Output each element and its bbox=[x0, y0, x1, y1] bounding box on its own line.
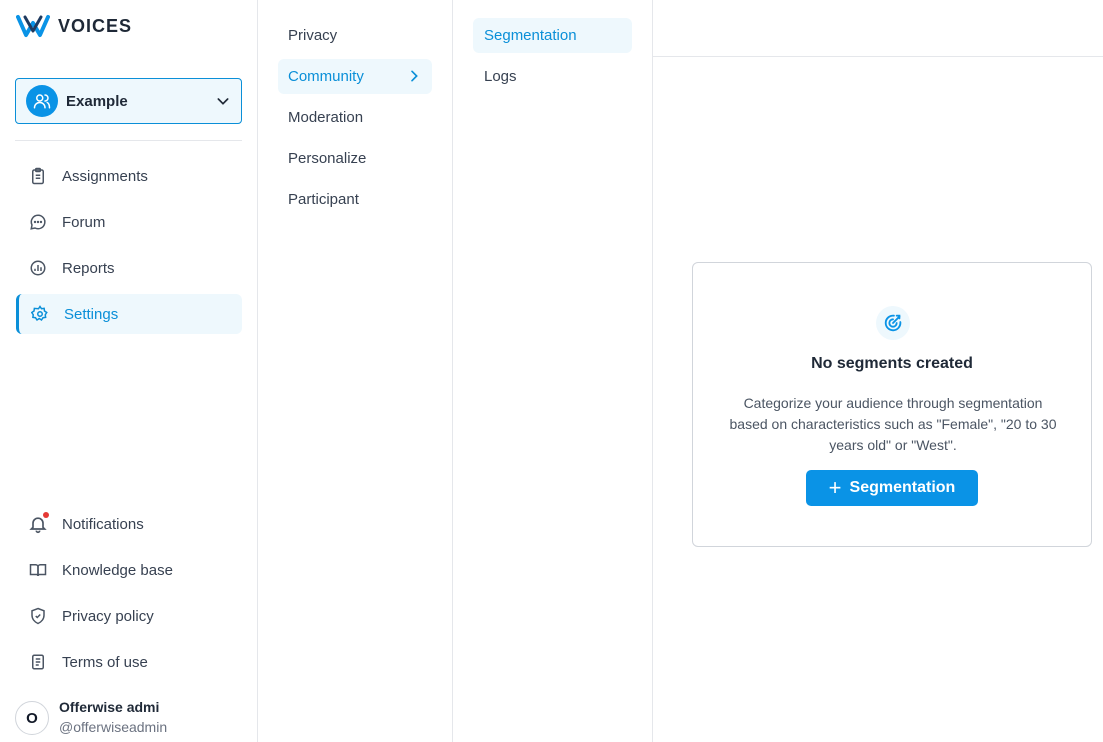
sidebar-item-label: Settings bbox=[64, 305, 119, 323]
empty-state-description: Categorize your audience through segment… bbox=[729, 395, 1057, 453]
main-header bbox=[653, 0, 1103, 57]
empty-state-card: No segments created Categorize your audi… bbox=[692, 262, 1092, 547]
user-handle: @offerwiseadmin bbox=[59, 719, 168, 735]
community-name: Example bbox=[66, 92, 128, 110]
target-icon bbox=[876, 306, 910, 340]
document-icon bbox=[28, 652, 48, 672]
notification-dot bbox=[43, 512, 49, 518]
sidebar-item-label: Forum bbox=[62, 213, 106, 231]
settings-item-label: Moderation bbox=[288, 109, 364, 126]
community-item-logs[interactable]: Logs bbox=[473, 59, 632, 94]
clipboard-icon bbox=[28, 166, 48, 186]
settings-item-privacy[interactable]: Privacy bbox=[278, 18, 432, 53]
sidebar-item-terms-of-use[interactable]: Terms of use bbox=[16, 642, 242, 682]
community-item-label: Segmentation bbox=[484, 27, 577, 44]
sidebar-item-label: Reports bbox=[62, 259, 115, 277]
sidebar-item-label: Knowledge base bbox=[62, 561, 173, 579]
empty-state-title: No segments created bbox=[811, 355, 973, 372]
add-segmentation-button[interactable]: + Segmentation bbox=[806, 470, 978, 506]
settings-item-label: Participant bbox=[288, 191, 359, 208]
app-name: VOICES bbox=[58, 15, 133, 36]
sidebar-item-label: Privacy policy bbox=[62, 607, 154, 625]
community-avatar bbox=[26, 85, 58, 117]
chat-bubble-icon bbox=[28, 212, 48, 232]
settings-item-participant[interactable]: Participant bbox=[278, 182, 432, 217]
settings-item-personalize[interactable]: Personalize bbox=[278, 141, 432, 176]
community-menu: Segmentation Logs bbox=[453, 0, 653, 742]
settings-item-community[interactable]: Community bbox=[278, 59, 432, 94]
users-icon bbox=[33, 94, 51, 109]
voices-logo-icon bbox=[16, 15, 50, 37]
settings-item-label: Privacy bbox=[288, 27, 338, 44]
settings-item-label: Personalize bbox=[288, 150, 367, 167]
sidebar-item-settings[interactable]: Settings bbox=[16, 294, 242, 334]
gear-icon bbox=[30, 304, 50, 324]
sidebar-item-label: Notifications bbox=[62, 515, 144, 533]
community-item-label: Logs bbox=[484, 68, 517, 85]
sidebar: VOICES Example Assignments Forum Reports bbox=[0, 0, 258, 742]
community-selector[interactable]: Example bbox=[15, 78, 242, 124]
sidebar-divider bbox=[15, 140, 242, 141]
bell-icon bbox=[28, 512, 49, 534]
book-icon bbox=[28, 560, 48, 580]
settings-item-label: Community bbox=[288, 68, 364, 85]
shield-icon bbox=[28, 606, 48, 626]
sidebar-item-assignments[interactable]: Assignments bbox=[16, 156, 242, 196]
sidebar-item-notifications[interactable]: Notifications bbox=[16, 504, 242, 544]
avatar: O bbox=[15, 701, 49, 735]
community-item-segmentation[interactable]: Segmentation bbox=[473, 18, 632, 53]
sidebar-item-label: Assignments bbox=[62, 167, 148, 185]
chart-icon bbox=[28, 258, 48, 278]
main-content: No segments created Categorize your audi… bbox=[653, 0, 1103, 742]
user-profile[interactable]: O Offerwise admi @offerwiseadmin bbox=[15, 698, 167, 738]
chevron-right-icon bbox=[411, 70, 418, 82]
chevron-down-icon bbox=[217, 98, 229, 105]
sidebar-item-label: Terms of use bbox=[62, 653, 148, 671]
user-name: Offerwise admi bbox=[59, 699, 160, 715]
plus-icon: + bbox=[828, 475, 842, 500]
sidebar-item-reports[interactable]: Reports bbox=[16, 248, 242, 288]
settings-item-moderation[interactable]: Moderation bbox=[278, 100, 432, 135]
sidebar-item-forum[interactable]: Forum bbox=[16, 202, 242, 242]
settings-menu: Privacy Community Moderation Personalize… bbox=[258, 0, 453, 742]
sidebar-item-privacy-policy[interactable]: Privacy policy bbox=[16, 596, 242, 636]
sidebar-item-knowledge-base[interactable]: Knowledge base bbox=[16, 550, 242, 590]
add-segmentation-label: Segmentation bbox=[849, 479, 956, 496]
app-logo[interactable]: VOICES bbox=[16, 14, 132, 38]
